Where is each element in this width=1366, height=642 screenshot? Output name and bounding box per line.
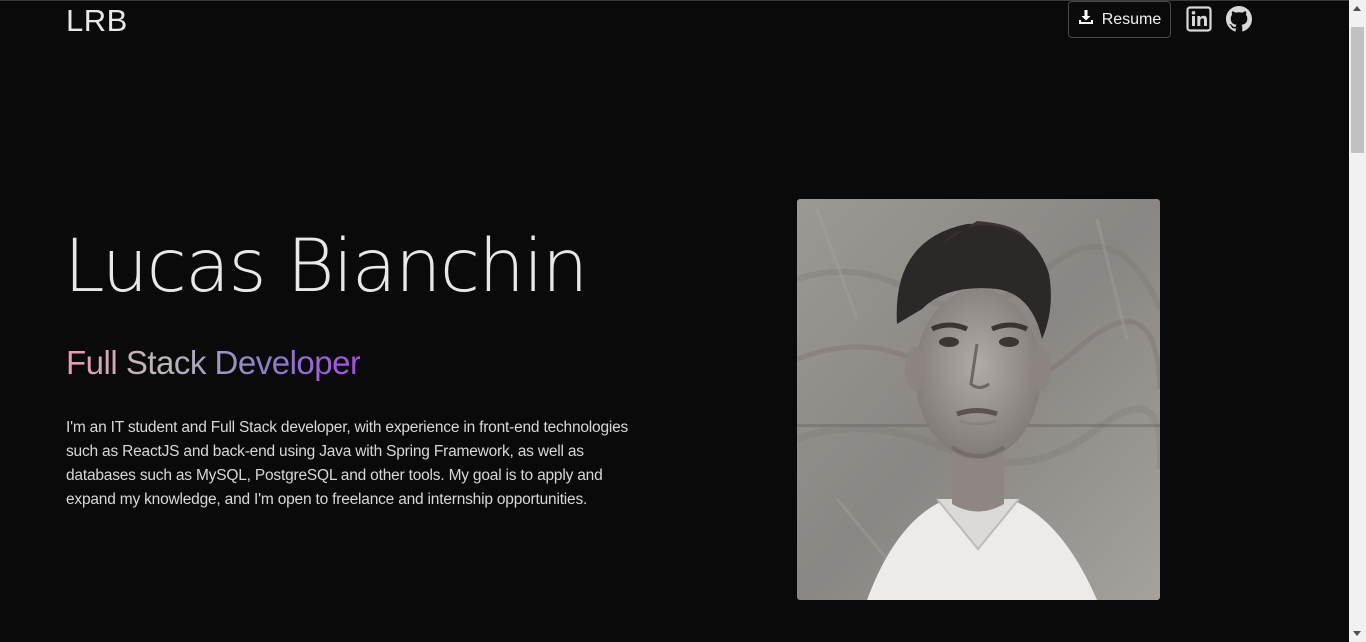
hero-role: Full Stack Developer — [66, 344, 361, 381]
scroll-down-arrow-icon[interactable] — [1353, 631, 1361, 636]
download-icon — [1078, 9, 1094, 30]
profile-photo — [797, 199, 1160, 600]
resume-button[interactable]: Resume — [1068, 1, 1171, 38]
scroll-up-arrow-icon[interactable] — [1353, 6, 1361, 11]
hero-name: Lucas Bianchin — [64, 224, 588, 309]
hero-bio: I'm an IT student and Full Stack develop… — [66, 419, 629, 508]
scroll-thumb[interactable] — [1351, 27, 1364, 153]
github-icon[interactable] — [1226, 6, 1252, 32]
resume-label: Resume — [1101, 10, 1162, 28]
page-scrollbar[interactable] — [1349, 0, 1366, 642]
linkedin-icon[interactable] — [1186, 6, 1212, 32]
site-logo[interactable]: LRB — [66, 3, 128, 39]
